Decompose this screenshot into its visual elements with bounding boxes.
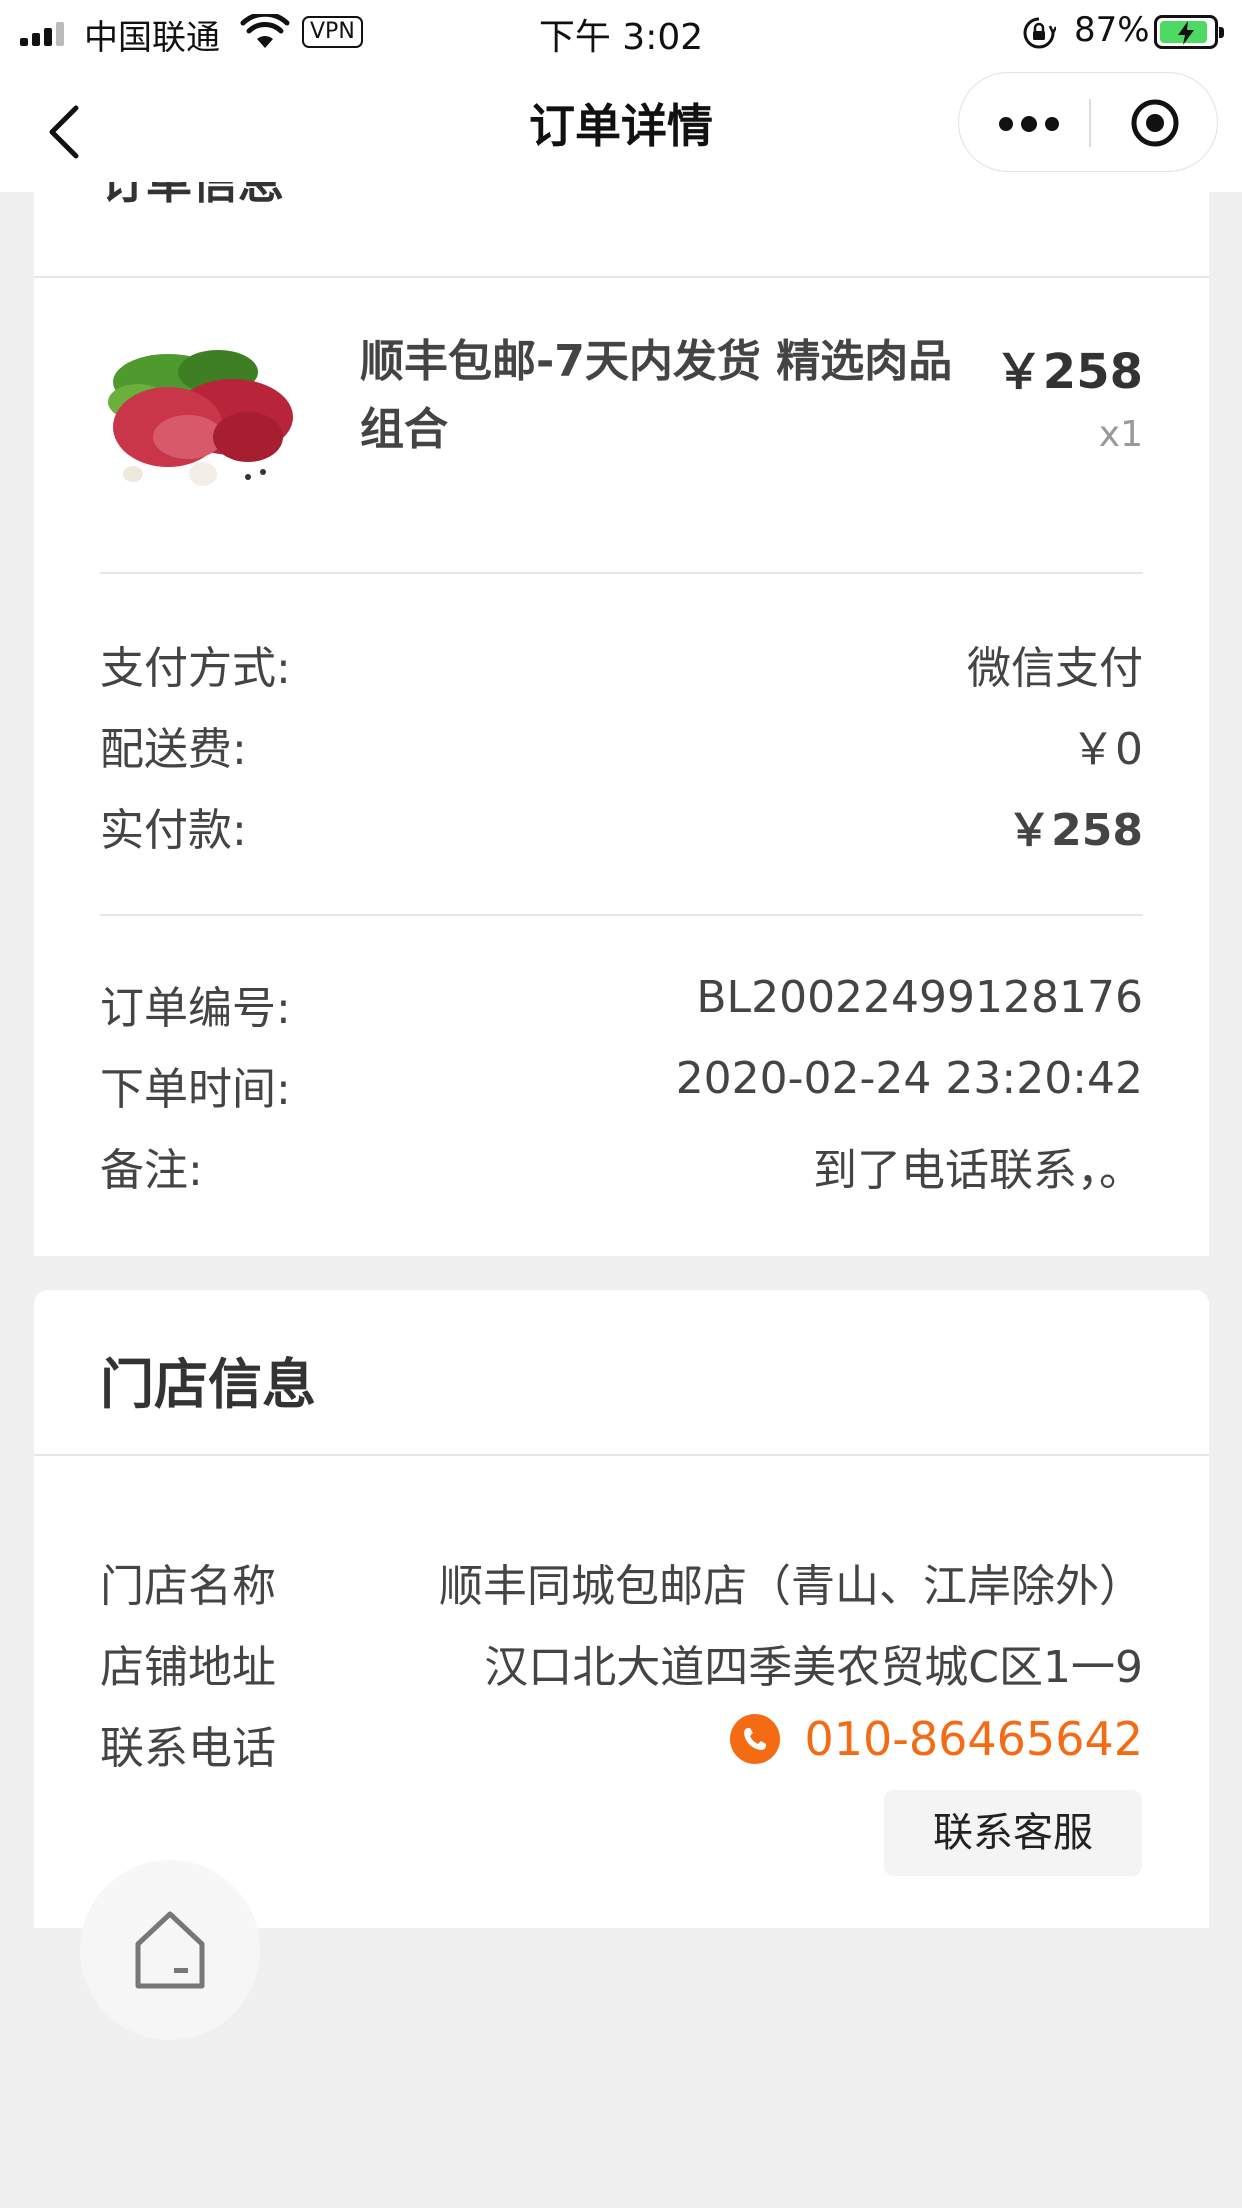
battery-percentage: 87% bbox=[1074, 10, 1150, 50]
divider bbox=[34, 1454, 1209, 1456]
product-quantity: x1 bbox=[1098, 414, 1143, 455]
store-phone-label: 联系电话 bbox=[100, 1723, 276, 1774]
close-miniprogram-icon[interactable] bbox=[1129, 97, 1181, 149]
order-time-value: 2020-02-24 23:20:42 bbox=[675, 1053, 1143, 1104]
contact-service-button[interactable]: 联系客服 bbox=[884, 1790, 1142, 1876]
product-price: ￥258 bbox=[994, 344, 1143, 400]
remark-value: 到了电话联系，。 bbox=[813, 1145, 1143, 1196]
capsule-divider bbox=[1089, 99, 1091, 147]
store-name-value: 顺丰同城包邮店（青山、江岸除外） bbox=[439, 1561, 1143, 1612]
delivery-fee-value: ￥0 bbox=[1071, 724, 1143, 775]
store-phone-number[interactable]: 010-86465642 bbox=[804, 1712, 1143, 1766]
order-section-title: 订单信息 bbox=[100, 182, 284, 206]
store-info-card: 门店信息 门店名称 顺丰同城包邮店（青山、江岸除外） 店铺地址 汉口北大道四季美… bbox=[34, 1290, 1209, 1928]
divider bbox=[34, 276, 1209, 278]
payment-method-label: 支付方式: bbox=[100, 643, 291, 694]
phone-icon[interactable] bbox=[730, 1714, 781, 1764]
phone-call-link[interactable]: 010-86465642 bbox=[730, 1712, 1143, 1766]
store-name-label: 门店名称 bbox=[100, 1561, 276, 1612]
battery-icon bbox=[1154, 15, 1224, 49]
store-address-label: 店铺地址 bbox=[100, 1642, 276, 1693]
amount-paid-label: 实付款: bbox=[100, 805, 247, 856]
order-number-label: 订单编号: bbox=[100, 983, 291, 1034]
store-name-row: 门店名称 顺丰同城包邮店（青山、江岸除外） bbox=[100, 1550, 1143, 1612]
store-address-row: 店铺地址 汉口北大道四季美农贸城C区1一9 bbox=[100, 1631, 1143, 1693]
home-button[interactable] bbox=[80, 1860, 260, 2040]
store-address-value: 汉口北大道四季美农贸城C区1一9 bbox=[484, 1642, 1143, 1693]
remark-label: 备注: bbox=[100, 1145, 203, 1196]
divider bbox=[100, 572, 1143, 574]
navigation-bar: 订单详情 bbox=[0, 62, 1242, 192]
order-info-card: 订单信息 顺丰包邮-7天内发货 精选肉品组合 ￥258 x1 支付方式: 微信支… bbox=[34, 182, 1209, 1256]
store-phone-row: 联系电话 010-86465642 bbox=[100, 1712, 1143, 1774]
payment-method-value: 微信支付 bbox=[967, 643, 1143, 694]
home-icon bbox=[135, 1911, 205, 1989]
order-number-value[interactable]: BL20022499128176 bbox=[696, 972, 1143, 1023]
product-title[interactable]: 顺丰包邮-7天内发货 精选肉品组合 bbox=[360, 328, 980, 464]
delivery-fee-label: 配送费: bbox=[100, 724, 247, 775]
amount-paid-value: ￥258 bbox=[1007, 805, 1143, 856]
status-bar: 中国联通 VPN 下午 3:02 87% bbox=[0, 0, 1242, 62]
store-section-title: 门店信息 bbox=[100, 1353, 316, 1416]
order-time-label: 下单时间: bbox=[100, 1064, 291, 1115]
miniprogram-capsule bbox=[958, 72, 1218, 172]
rotation-lock-icon bbox=[1023, 17, 1056, 49]
product-image[interactable] bbox=[98, 342, 298, 492]
divider bbox=[100, 914, 1143, 916]
more-icon[interactable] bbox=[999, 116, 1059, 132]
